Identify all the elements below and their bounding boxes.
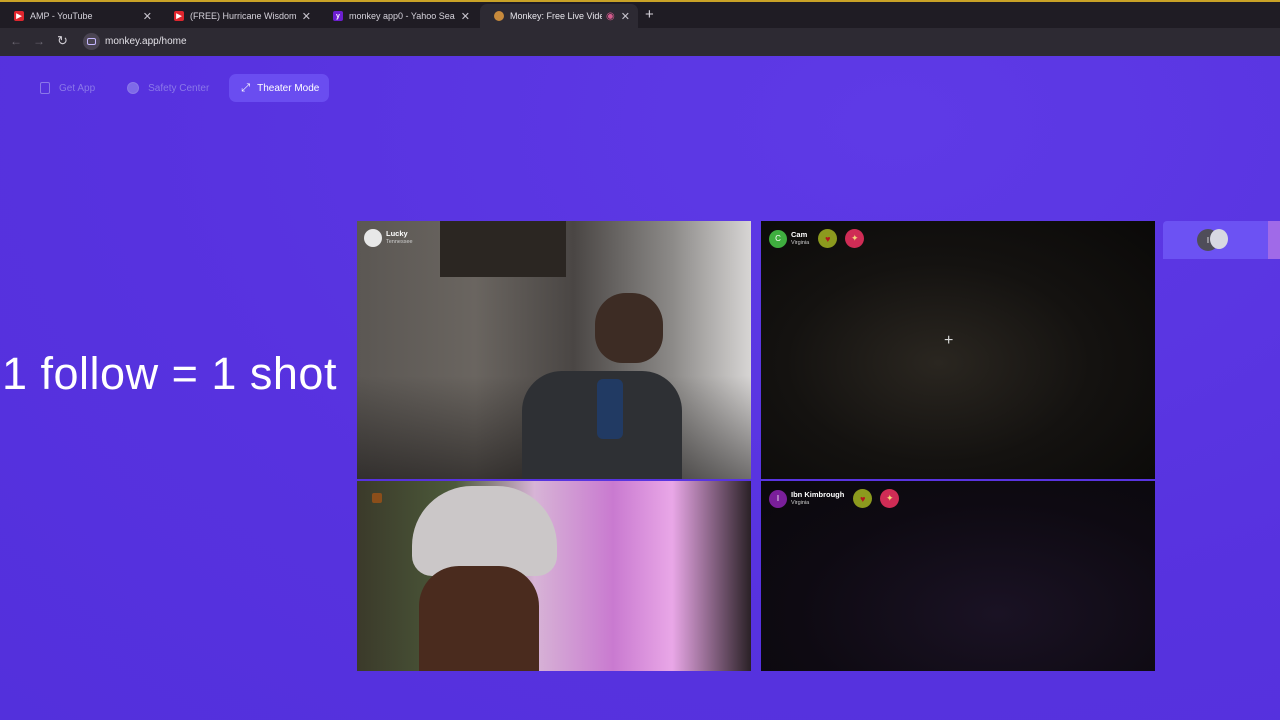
back-arrow-icon[interactable]: ← <box>10 34 22 48</box>
close-tab-icon[interactable]: ✕ <box>621 10 630 23</box>
tab-title: monkey app0 - Yahoo Search R <box>349 11 455 21</box>
browser-tab-hurricane-wisdom[interactable]: ▶ (FREE) Hurricane Wisdom Type ✕ <box>160 4 319 28</box>
user-name: Cam <box>791 229 808 239</box>
wall-poster <box>440 221 566 277</box>
video-tile-lucky: Lucky Tennessee <box>357 221 751 479</box>
youtube-icon: ▶ <box>14 11 24 21</box>
side-avatar-photo <box>1210 229 1228 249</box>
user-location: Tennessee <box>386 239 413 245</box>
avatar <box>364 229 382 247</box>
site-info-icon[interactable] <box>83 33 100 50</box>
youtube-icon: ▶ <box>174 11 184 21</box>
side-tile-strip <box>1268 221 1280 259</box>
video-tile-ibn-kimbrough: I Ibn Kimbrough Virginia ♥ ✦ <box>761 481 1155 671</box>
stream-overlay-text: 1 follow = 1 shot <box>2 348 337 399</box>
safety-center-button[interactable]: Safety Center <box>115 74 219 102</box>
video-tile-cam: C Cam Virginia ♥ ✦ <box>761 221 1155 479</box>
close-tab-icon[interactable]: ✕ <box>143 10 152 23</box>
user-badge-lucky[interactable]: Lucky Tennessee <box>364 229 413 247</box>
shield-icon <box>127 82 140 94</box>
user-badge-cam[interactable]: C Cam Virginia ♥ ✦ <box>769 229 865 248</box>
user-badge-ibn-kimbrough[interactable]: I Ibn Kimbrough Virginia ♥ ✦ <box>769 489 900 508</box>
get-app-button[interactable]: Get App <box>28 74 105 102</box>
camera-status-icon <box>372 493 382 503</box>
tab-title: AMP - YouTube <box>30 11 93 21</box>
theater-mode-label: Theater Mode <box>257 82 320 94</box>
phone-icon <box>40 82 50 94</box>
streamer-beanie <box>412 486 557 576</box>
gift-icon[interactable]: ✦ <box>880 489 900 508</box>
recording-icon: ◉ <box>606 10 615 22</box>
streamer-head <box>595 293 663 363</box>
user-name: Ibn Kimbrough <box>791 489 845 499</box>
top-nav: Get App Safety Center ⤢ Theater Mode <box>28 74 330 102</box>
avatar: C <box>769 229 787 248</box>
new-tab-icon[interactable]: + <box>645 6 654 23</box>
heart-icon[interactable]: ♥ <box>818 229 838 248</box>
gift-icon[interactable]: ✦ <box>845 229 865 248</box>
user-name: Lucky <box>386 229 408 238</box>
yahoo-icon: y <box>333 11 343 21</box>
streamer-face <box>419 566 539 671</box>
theater-mode-button[interactable]: ⤢ Theater Mode <box>229 74 330 102</box>
tab-title: (FREE) Hurricane Wisdom Type <box>190 11 296 21</box>
cursor-crosshair-icon: + <box>944 332 954 349</box>
get-app-label: Get App <box>59 82 96 94</box>
user-location: Virginia <box>791 499 810 506</box>
url-text[interactable]: monkey.app/home <box>105 36 187 47</box>
user-location: Virginia <box>791 239 810 246</box>
browser-tab-monkey[interactable]: Monkey: Free Live Video Ch ◉ ✕ <box>480 4 638 28</box>
address-bar: ← → ↻ monkey.app/home <box>0 28 1280 56</box>
water-bottle <box>597 379 623 439</box>
browser-tab-youtube-amp[interactable]: ▶ AMP - YouTube ✕ <box>0 4 160 28</box>
monkey-icon <box>494 11 504 21</box>
reload-icon[interactable]: ↻ <box>57 33 68 49</box>
expand-icon: ⤢ <box>241 81 251 94</box>
safety-center-label: Safety Center <box>148 82 210 94</box>
forward-arrow-icon[interactable]: → <box>33 34 45 48</box>
close-tab-icon[interactable]: ✕ <box>461 10 470 23</box>
video-tile-bottom-left <box>357 481 751 671</box>
tab-title: Monkey: Free Live Video Ch <box>510 11 603 21</box>
close-tab-icon[interactable]: ✕ <box>302 10 311 23</box>
heart-icon[interactable]: ♥ <box>853 489 873 508</box>
browser-tab-yahoo-search[interactable]: y monkey app0 - Yahoo Search R ✕ <box>319 4 478 28</box>
browser-tab-bar: ▶ AMP - YouTube ✕ ▶ (FREE) Hurricane Wis… <box>0 0 1280 28</box>
avatar: I <box>769 489 787 508</box>
